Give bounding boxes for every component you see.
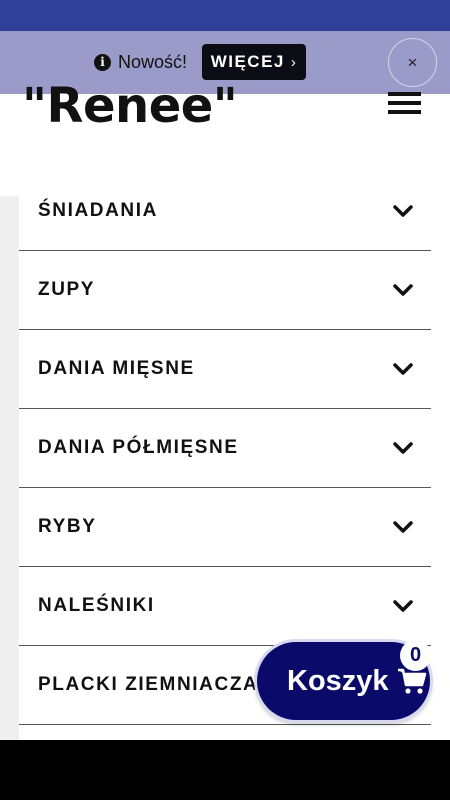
chevron-right-icon: › xyxy=(290,53,298,71)
bottom-bar xyxy=(0,740,450,800)
chevron-down-icon xyxy=(393,600,413,612)
menu-item-label: ŚNIADANIA xyxy=(38,200,158,221)
menu-item-label: NALEŚNIKI xyxy=(38,595,155,616)
cart-label: Koszyk xyxy=(287,664,389,697)
menu-item-label: DANIA PÓŁMIĘSNE xyxy=(38,437,239,458)
hamburger-menu-icon[interactable] xyxy=(388,92,421,114)
chevron-down-icon xyxy=(393,205,413,217)
menu-item-zupy[interactable]: ZUPY xyxy=(19,251,431,330)
menu-item-label: ZUPY xyxy=(38,279,96,300)
menu-item-nalesniki[interactable]: NALEŚNIKI xyxy=(19,567,431,646)
cart-count-badge: 0 xyxy=(400,640,431,671)
menu-item-ryby[interactable]: RYBY xyxy=(19,488,431,567)
chevron-down-icon xyxy=(393,521,413,533)
menu-item-label: DANIA MIĘSNE xyxy=(38,358,195,379)
menu-item-dania-polmiesne[interactable]: DANIA PÓŁMIĘSNE xyxy=(19,409,431,488)
menu-item-label: RYBY xyxy=(38,516,97,537)
top-strip xyxy=(0,0,450,31)
left-rail xyxy=(0,196,19,744)
chevron-down-icon xyxy=(393,284,413,296)
menu-item-dania-miesne[interactable]: DANIA MIĘSNE xyxy=(19,330,431,409)
close-icon: × xyxy=(407,52,418,72)
shopping-cart-icon xyxy=(397,668,426,694)
chevron-down-icon xyxy=(393,363,413,375)
logo[interactable]: "Renee" xyxy=(22,66,237,146)
chevron-down-icon xyxy=(393,442,413,454)
menu-item-label: PLACKI ZIEMNIACZANE xyxy=(38,674,288,695)
close-notice-button[interactable]: × xyxy=(388,38,437,87)
menu-item-sniadania[interactable]: ŚNIADANIA xyxy=(19,172,431,251)
